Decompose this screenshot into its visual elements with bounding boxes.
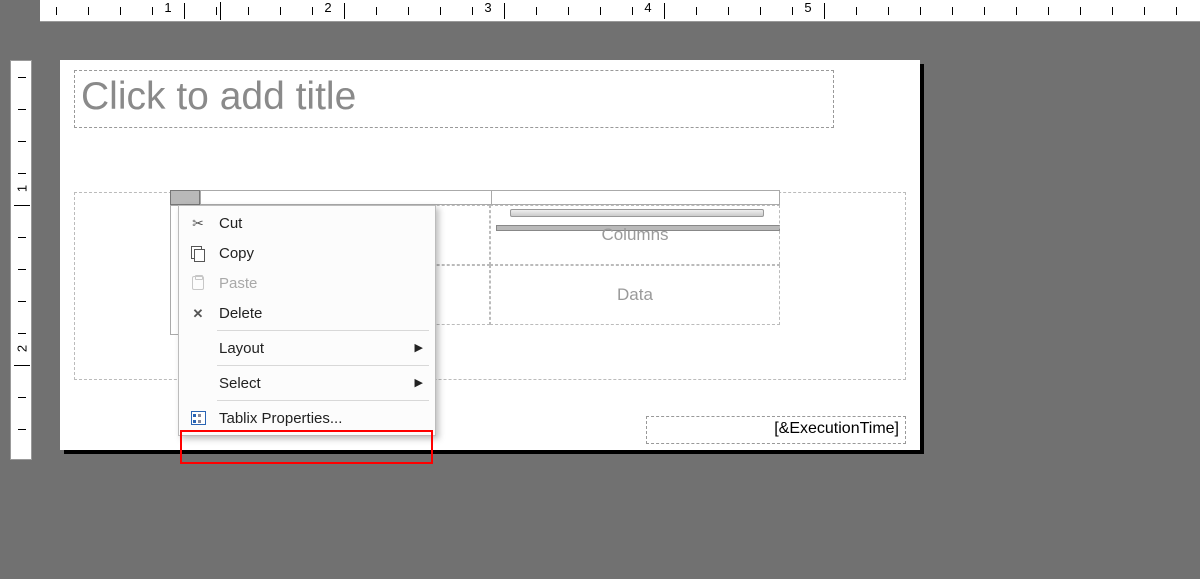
menu-item-label: Copy — [219, 245, 254, 262]
tablix-cell-columns[interactable]: Columns — [490, 205, 780, 265]
menu-item-label: Delete — [219, 305, 262, 322]
paste-icon — [187, 276, 209, 290]
ruler-v-label-2: 2 — [15, 338, 30, 360]
menu-item-label: Cut — [219, 215, 242, 232]
tablix-corner-handle[interactable] — [170, 190, 200, 205]
menu-item-cut[interactable]: Cut — [179, 208, 435, 238]
menu-separator — [217, 400, 429, 401]
ruler-h-label-5: 5 — [793, 0, 823, 15]
delete-icon — [187, 305, 209, 322]
copy-icon — [187, 246, 209, 260]
menu-separator — [217, 330, 429, 331]
menu-item-select[interactable]: Select ▶ — [179, 368, 435, 398]
context-menu: Cut Copy Paste Delete Layout ▶ Select ▶ … — [178, 205, 436, 436]
ruler-h-label-3: 3 — [473, 0, 503, 15]
tablix-cell-data[interactable]: Data — [490, 265, 780, 325]
menu-item-label: Layout — [219, 340, 264, 357]
submenu-arrow-icon: ▶ — [415, 376, 423, 389]
title-placeholder[interactable]: Click to add title — [74, 70, 834, 128]
menu-item-copy[interactable]: Copy — [179, 238, 435, 268]
scissors-icon — [187, 215, 209, 232]
menu-item-label: Tablix Properties... — [219, 410, 342, 427]
ruler-h-label-1: 1 — [153, 0, 183, 15]
menu-separator — [217, 365, 429, 366]
menu-item-tablix-properties[interactable]: Tablix Properties... — [179, 403, 435, 433]
properties-icon — [187, 411, 209, 425]
menu-item-layout[interactable]: Layout ▶ — [179, 333, 435, 363]
tablix-columns-label: Columns — [601, 225, 668, 245]
menu-item-label: Paste — [219, 275, 257, 292]
tablix-data-label: Data — [617, 285, 653, 305]
ruler-h-margin-indicator[interactable] — [220, 2, 221, 20]
footer-execution-time[interactable]: [&ExecutionTime] — [646, 416, 906, 444]
menu-item-label: Select — [219, 375, 261, 392]
ruler-h-label-4: 4 — [633, 0, 663, 15]
horizontal-ruler[interactable]: 1 2 3 4 5 — [40, 0, 1200, 22]
menu-item-delete[interactable]: Delete — [179, 298, 435, 328]
menu-item-paste: Paste — [179, 268, 435, 298]
submenu-arrow-icon: ▶ — [415, 341, 423, 354]
tablix-column-ruler[interactable] — [200, 190, 780, 205]
ruler-h-label-2: 2 — [313, 0, 343, 15]
ruler-v-label-1: 1 — [15, 178, 30, 200]
vertical-ruler[interactable]: 1 2 — [10, 60, 32, 460]
